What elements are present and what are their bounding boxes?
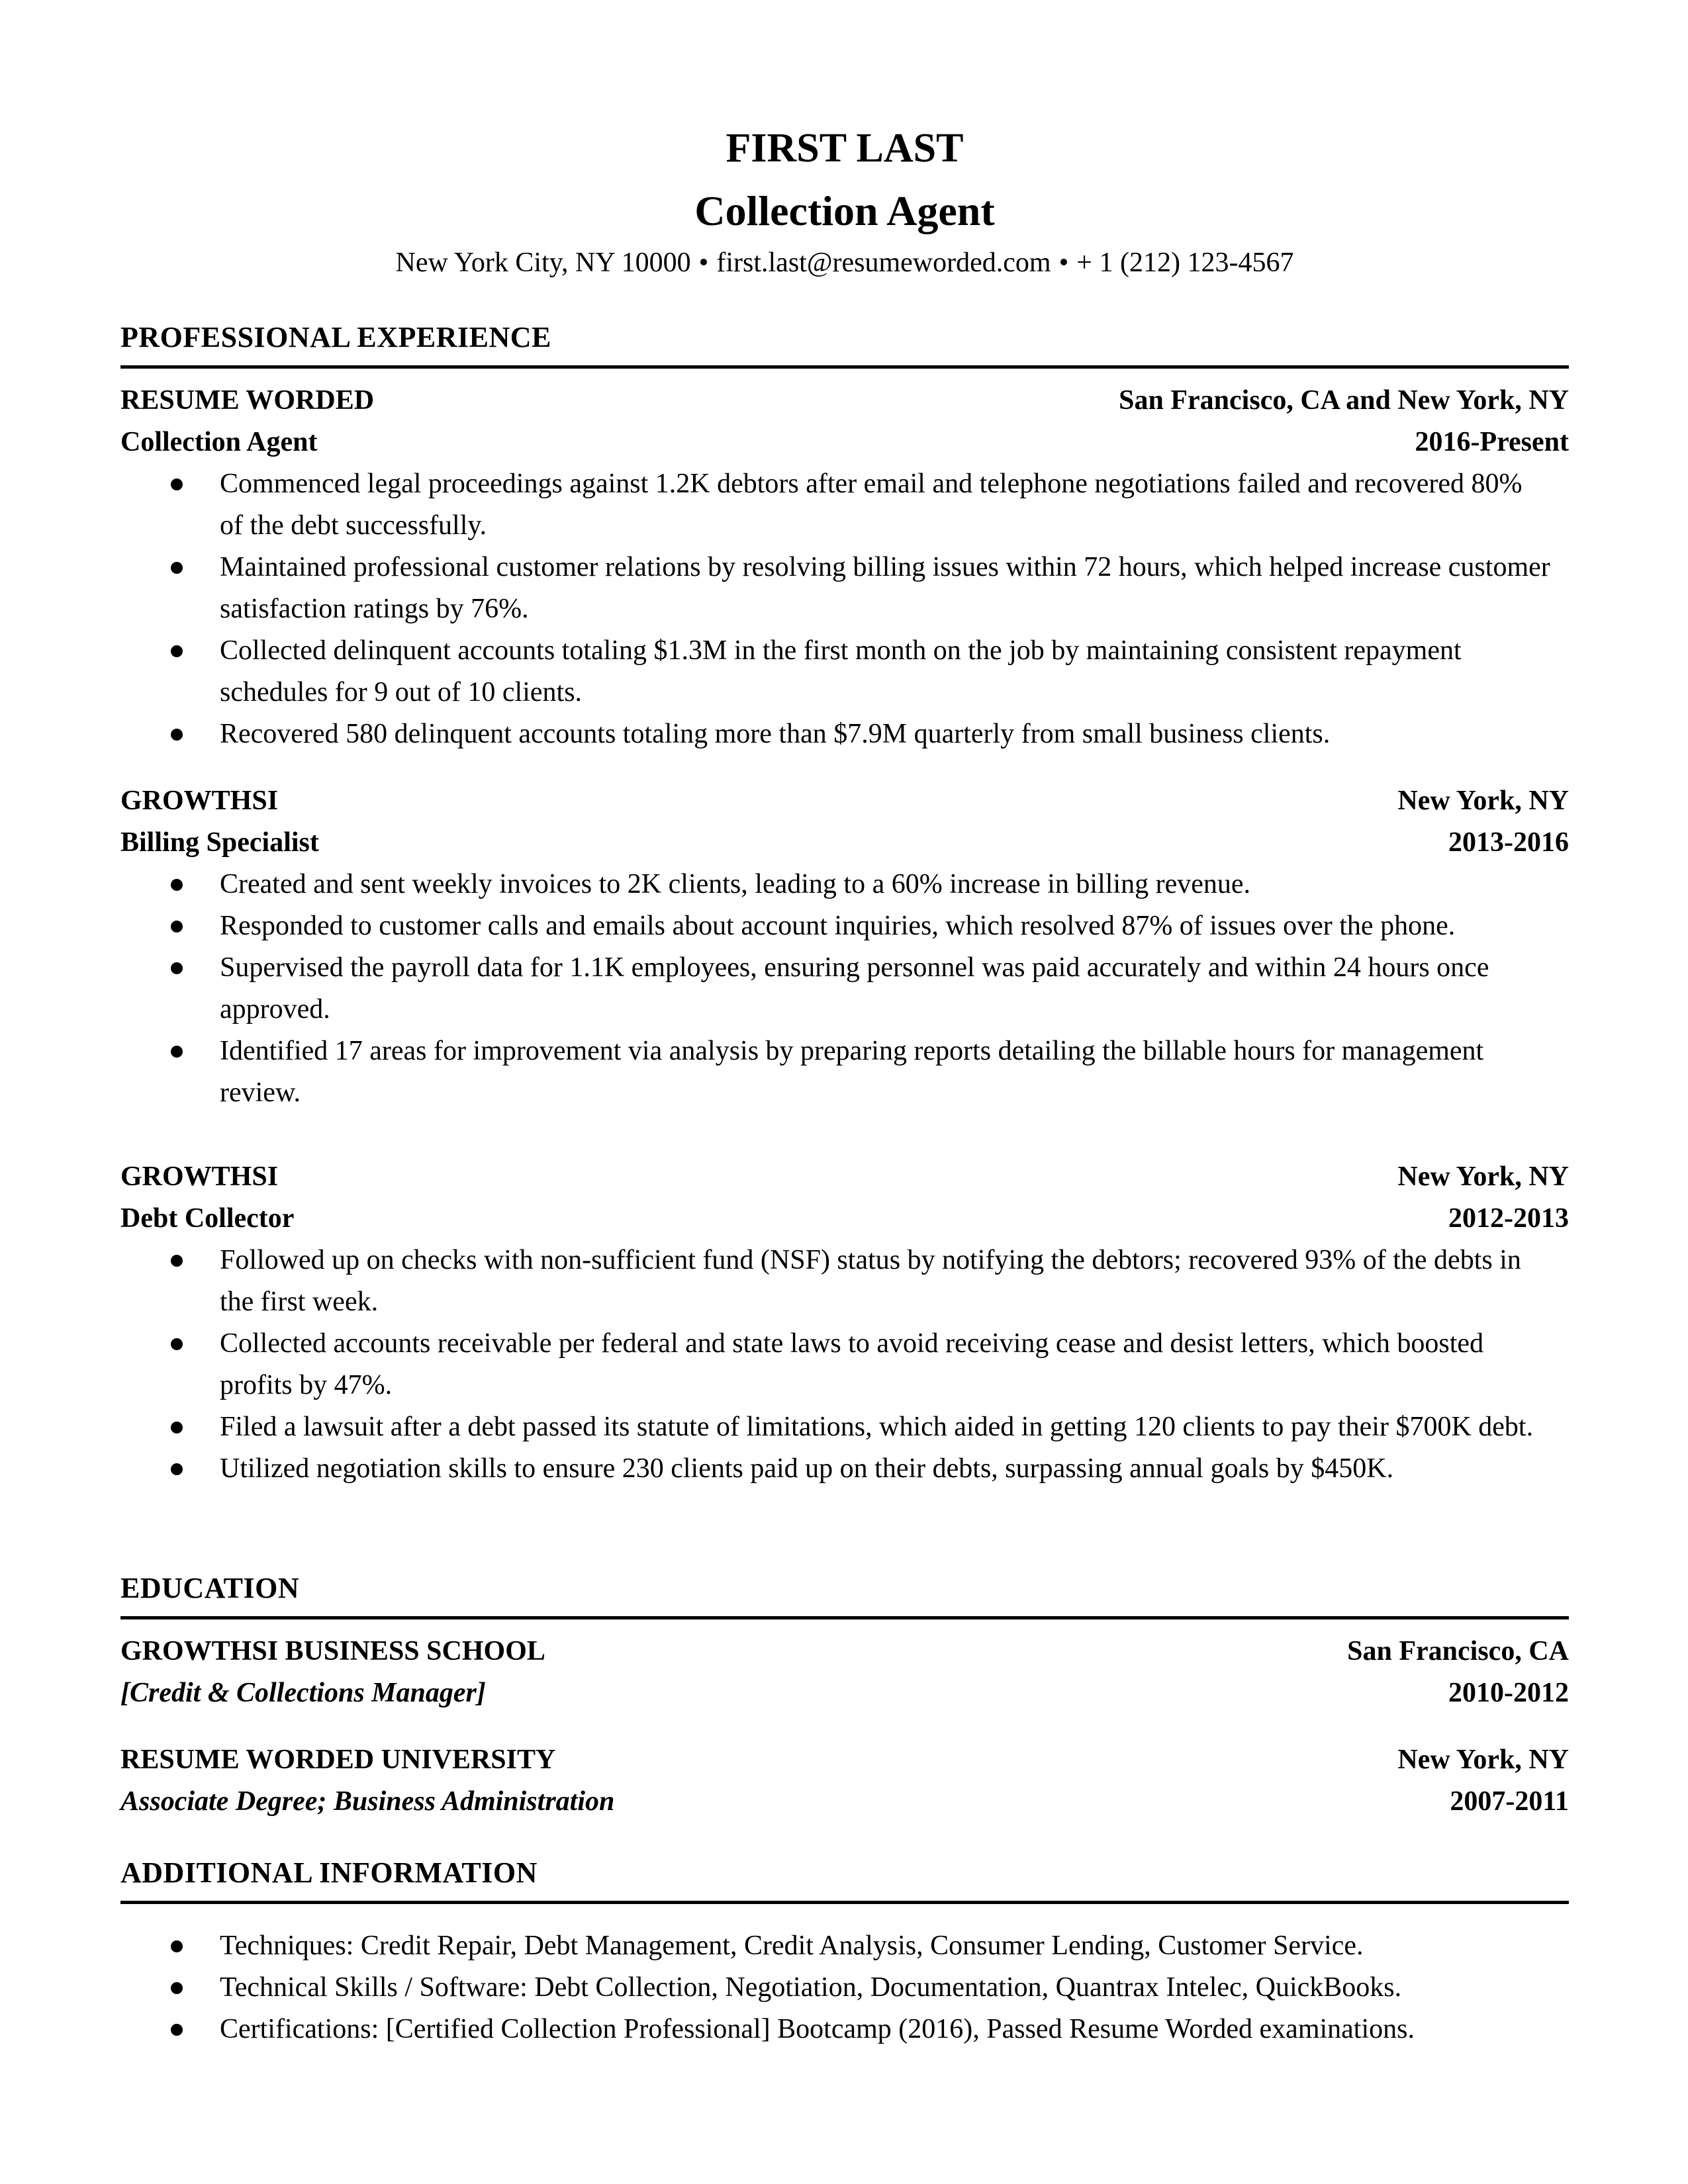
- contact-email[interactable]: first.last@resumeworded.com: [716, 248, 1051, 278]
- bullet-item: Supervised the payroll data for 1.1K emp…: [120, 947, 1569, 1030]
- bullet-item: Recovered 580 delinquent accounts totali…: [120, 713, 1569, 755]
- job-bullets: Followed up on checks with non-sufficien…: [120, 1240, 1569, 1490]
- job-entry: RESUME WORDED San Francisco, CA and New …: [120, 380, 1569, 755]
- bullet-item: Followed up on checks with non-sufficien…: [120, 1240, 1569, 1323]
- section-heading: EDUCATION: [120, 1572, 300, 1604]
- section-divider: [120, 365, 1569, 369]
- bullet-dot-icon: [171, 921, 183, 933]
- contact-line: New York City, NY 10000 • first.last@resum…: [120, 245, 1569, 281]
- section-heading: ADDITIONAL INFORMATION: [120, 1856, 538, 1889]
- school-dates: 2007-2011: [1450, 1786, 1569, 1817]
- section-divider: [120, 1616, 1569, 1619]
- bullet-dot-icon: [171, 1046, 183, 1058]
- job-location: New York, NY: [1397, 1161, 1569, 1192]
- bullet-item: Maintained professional customer relatio…: [120, 547, 1569, 630]
- additional-bullets: Techniques: Credit Repair, Debt Manageme…: [120, 1925, 1569, 2050]
- bullet-item: Techniques: Credit Repair, Debt Manageme…: [120, 1925, 1569, 1967]
- job-role: Debt Collector: [120, 1203, 295, 1234]
- job-subheader: Debt Collector 2012-2013: [120, 1198, 1569, 1240]
- school-name: GROWTHSI BUSINESS SCHOOL: [120, 1636, 545, 1666]
- bullet-dot-icon: [171, 879, 183, 891]
- bullet-item: Filed a lawsuit after a debt passed its …: [120, 1406, 1569, 1448]
- section-heading: PROFESSIONAL EXPERIENCE: [120, 321, 551, 353]
- bullet-item: Identified 17 areas for improvement via …: [120, 1030, 1569, 1114]
- degree: Associate Degree; Business Administratio…: [120, 1786, 615, 1817]
- company-name: GROWTHSI: [120, 786, 279, 816]
- job-subheader: Billing Specialist 2013-2016: [120, 822, 1569, 864]
- degree: [Credit & Collections Manager]: [120, 1678, 486, 1708]
- separator-bullet: •: [1058, 248, 1069, 278]
- school-dates: 2010-2012: [1448, 1678, 1569, 1708]
- job-header: GROWTHSI New York, NY: [120, 780, 1569, 822]
- bullet-dot-icon: [171, 962, 183, 974]
- education-entry: GROWTHSI BUSINESS SCHOOL San Francisco, …: [120, 1631, 1569, 1714]
- school-subheader: [Credit & Collections Manager] 2010-2012: [120, 1672, 1569, 1714]
- candidate-title: Collection Agent: [694, 187, 995, 234]
- company-name: GROWTHSI: [120, 1161, 279, 1192]
- job-bullets: Created and sent weekly invoices to 2K c…: [120, 864, 1569, 1114]
- job-location: San Francisco, CA and New York, NY: [1119, 385, 1569, 416]
- bullet-dot-icon: [171, 1463, 183, 1475]
- bullet-dot-icon: [171, 562, 183, 574]
- school-header: RESUME WORDED UNIVERSITY New York, NY: [120, 1739, 1569, 1781]
- job-entry: GROWTHSI New York, NY Billing Specialist…: [120, 780, 1569, 1114]
- bullet-dot-icon: [171, 729, 183, 741]
- section-divider: [120, 1901, 1569, 1904]
- bullet-item: Collected delinquent accounts totaling $…: [120, 630, 1569, 713]
- bullet-dot-icon: [171, 478, 183, 490]
- job-role: Billing Specialist: [120, 827, 319, 858]
- education-entry: RESUME WORDED UNIVERSITY New York, NY As…: [120, 1739, 1569, 1823]
- school-location: San Francisco, CA: [1347, 1636, 1569, 1666]
- bullet-item: Technical Skills / Software: Debt Collec…: [120, 1967, 1569, 2009]
- job-dates: 2016-Present: [1415, 427, 1570, 457]
- school-location: New York, NY: [1397, 1745, 1569, 1775]
- job-header: RESUME WORDED San Francisco, CA and New …: [120, 380, 1569, 422]
- company-name: RESUME WORDED: [120, 385, 375, 416]
- job-location: New York, NY: [1397, 786, 1569, 816]
- job-header: GROWTHSI New York, NY: [120, 1156, 1569, 1198]
- job-dates: 2013-2016: [1448, 827, 1569, 858]
- bullet-item: Collected accounts receivable per federa…: [120, 1323, 1569, 1406]
- bullet-dot-icon: [171, 1255, 183, 1267]
- bullet-dot-icon: [171, 645, 183, 657]
- bullet-item: Certifications: [Certified Collection Pr…: [120, 2009, 1569, 2050]
- bullet-dot-icon: [171, 1982, 183, 1994]
- bullet-dot-icon: [171, 1422, 183, 1433]
- bullet-dot-icon: [171, 2024, 183, 2036]
- job-role: Collection Agent: [120, 427, 318, 457]
- job-subheader: Collection Agent 2016-Present: [120, 422, 1569, 463]
- school-name: RESUME WORDED UNIVERSITY: [120, 1745, 556, 1775]
- bullet-item: Created and sent weekly invoices to 2K c…: [120, 864, 1569, 905]
- candidate-name: FIRST LAST: [726, 126, 964, 171]
- bullet-item: Responded to customer calls and emails a…: [120, 905, 1569, 947]
- school-header: GROWTHSI BUSINESS SCHOOL San Francisco, …: [120, 1631, 1569, 1672]
- school-subheader: Associate Degree; Business Administratio…: [120, 1781, 1569, 1823]
- bullet-item: Utilized negotiation skills to ensure 23…: [120, 1448, 1569, 1490]
- bullet-item: Commenced legal proceedings against 1.2K…: [120, 463, 1569, 547]
- job-dates: 2012-2013: [1448, 1203, 1569, 1234]
- job-bullets: Commenced legal proceedings against 1.2K…: [120, 463, 1569, 755]
- contact-phone[interactable]: + 1 (212) 123-4567: [1076, 248, 1293, 278]
- section-education: EDUCATION GROWTHSI BUSINESS SCHOOL San F…: [120, 1570, 1569, 1823]
- job-entry: GROWTHSI New York, NY Debt Collector 201…: [120, 1156, 1569, 1490]
- bullet-dot-icon: [171, 1940, 183, 1952]
- separator-bullet: •: [698, 248, 709, 278]
- section-additional: ADDITIONAL INFORMATION Techniques: Credi…: [120, 1854, 1569, 2050]
- section-experience: PROFESSIONAL EXPERIENCE RESUME WORDED Sa…: [120, 319, 1569, 1490]
- contact-location: New York City, NY 10000: [395, 248, 691, 278]
- bullet-dot-icon: [171, 1338, 183, 1350]
